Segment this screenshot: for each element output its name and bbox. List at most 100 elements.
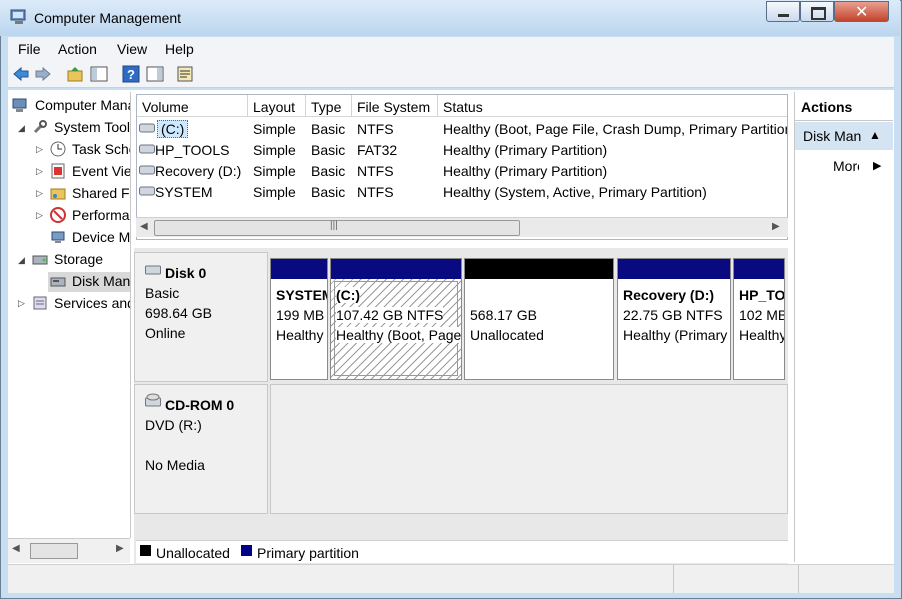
forward-arrow-icon[interactable] [34, 65, 52, 83]
cell-layout: Simple [253, 121, 296, 137]
scroll-left-icon[interactable]: ◀ [12, 543, 20, 554]
tree-horizontal-scrollbar[interactable]: ◀ ▶ [8, 538, 130, 563]
status-divider [798, 565, 799, 593]
tree-item-label: Disk Management [72, 273, 131, 289]
column-header-layout[interactable]: Layout [248, 95, 306, 117]
minimize-button[interactable] [766, 1, 800, 22]
tools-icon [33, 120, 47, 134]
partition-status: Unallocated [470, 327, 544, 343]
partition-hp-tools[interactable]: HP_TOOLS 102 MB FAT32 Healthy (Primary P… [733, 258, 785, 380]
disk-state: Online [145, 325, 186, 341]
actions-title: Actions [801, 99, 853, 115]
action-more-actions[interactable]: More Actions ▶ [795, 154, 893, 178]
window-title: Computer Management [34, 10, 182, 26]
disk-type: DVD (R:) [145, 417, 202, 433]
table-row[interactable]: Recovery (D:) Simple Basic NTFS Healthy … [137, 160, 787, 181]
up-folder-icon[interactable] [66, 65, 84, 83]
cell-layout: Simple [253, 163, 296, 179]
collapsed-arrow-icon[interactable]: ▷ [36, 210, 43, 221]
partition-color-bar [331, 259, 461, 279]
actions-section-disk-management[interactable]: Disk Management ▲ [795, 122, 893, 150]
collapsed-arrow-icon[interactable]: ▷ [18, 298, 25, 309]
disk-icon [145, 265, 161, 275]
volume-icon [139, 144, 155, 154]
tree-item-system-tools[interactable]: ◢ System Tools [18, 118, 131, 138]
storage-icon [32, 255, 48, 265]
properties-icon[interactable] [176, 65, 194, 83]
partition-color-bar [618, 259, 730, 279]
cdrom-0-label[interactable]: CD-ROM 0 DVD (R:) No Media [134, 384, 268, 514]
disk-name: Disk 0 [165, 265, 207, 281]
table-row[interactable]: SYSTEM Simple Basic NTFS Healthy (System… [137, 181, 787, 202]
partition-status: Healthy (System, Active, Primary Partiti… [276, 327, 327, 343]
actions-section-label: Disk Management [803, 128, 861, 144]
partition-name: (C:) [336, 287, 361, 303]
show-hide-tree-icon[interactable] [90, 65, 108, 83]
performance-icon [50, 207, 66, 223]
close-button[interactable]: ✕ [834, 1, 889, 22]
cell-type: Basic [311, 163, 346, 179]
expanded-arrow-icon[interactable]: ◢ [18, 255, 25, 266]
table-row[interactable]: HP_TOOLS Simple Basic FAT32 Healthy (Pri… [137, 139, 787, 160]
menu-help[interactable]: Help [165, 41, 194, 57]
partition-unallocated[interactable]: 568.17 GB Unallocated [464, 258, 614, 380]
partition-size: 199 MB NTFS [276, 307, 327, 323]
tree-item-disk-management[interactable]: Disk Management [48, 272, 131, 292]
partition-color-bar [271, 259, 327, 279]
partition-color-bar [734, 259, 784, 279]
cell-file-system: FAT32 [357, 142, 398, 158]
list-horizontal-scrollbar[interactable]: ◀ ||| ▶ [136, 217, 788, 237]
status-divider [673, 565, 674, 593]
collapsed-arrow-icon[interactable]: ▷ [36, 166, 43, 177]
table-row[interactable]: (C:) Simple Basic NTFS Healthy (Boot, Pa… [137, 118, 788, 139]
collapsed-arrow-icon[interactable]: ▷ [36, 144, 43, 155]
scroll-right-icon[interactable]: ▶ [116, 543, 124, 554]
column-header-file-system[interactable]: File System [352, 95, 438, 117]
partition-status: Healthy (Primary Partition) [739, 327, 785, 343]
partition-color-bar [465, 259, 613, 279]
show-hide-action-pane-icon[interactable] [146, 65, 164, 83]
legend: Unallocated Primary partition [136, 540, 788, 563]
cell-volume: HP_TOOLS [155, 142, 230, 158]
cell-file-system: NTFS [357, 163, 394, 179]
expanded-arrow-icon[interactable]: ◢ [18, 123, 25, 134]
disk-size: 698.64 GB [145, 305, 212, 321]
disk-management-icon [50, 277, 66, 287]
legend-swatch-primary [241, 545, 252, 556]
scroll-thumb[interactable]: ||| [154, 220, 520, 236]
column-header-status[interactable]: Status [438, 95, 787, 117]
cell-file-system: NTFS [357, 121, 394, 137]
cdrom-0-empty-area[interactable] [270, 384, 788, 514]
menu-action[interactable]: Action [58, 41, 97, 57]
scroll-thumb[interactable] [30, 543, 78, 559]
partition-size: 568.17 GB [470, 307, 537, 323]
menu-file[interactable]: File [18, 41, 41, 57]
collapsed-arrow-icon[interactable]: ▷ [36, 188, 43, 199]
menu-bar: File Action View Help [8, 37, 894, 61]
minimize-icon [778, 14, 789, 17]
partition-name: SYSTEM [276, 287, 328, 303]
column-header-volume[interactable]: Volume [137, 95, 248, 117]
console-tree: Computer Management (Local) ◢ System Too… [8, 92, 131, 538]
maximize-button[interactable] [800, 1, 834, 22]
services-icon [33, 296, 47, 310]
help-icon[interactable]: ? [122, 65, 140, 83]
cell-status: Healthy (Boot, Page File, Crash Dump, Pr… [443, 121, 788, 137]
scroll-left-icon[interactable]: ◀ [140, 221, 148, 232]
disk-name: CD-ROM 0 [165, 397, 235, 413]
partition-c[interactable]: (C:) 107.42 GB NTFS Healthy (Boot, Page … [330, 258, 462, 380]
cell-type: Basic [311, 142, 346, 158]
tree-item-label: System Tools [54, 119, 131, 135]
collapse-up-icon[interactable]: ▲ [869, 128, 881, 142]
column-header-type[interactable]: Type [306, 95, 352, 117]
scroll-right-icon[interactable]: ▶ [772, 221, 780, 232]
back-arrow-icon[interactable] [12, 65, 30, 83]
status-bar [8, 564, 894, 593]
partition-recovery[interactable]: Recovery (D:) 22.75 GB NTFS Healthy (Pri… [617, 258, 731, 380]
legend-swatch-unallocated [140, 545, 151, 556]
disk-0-label[interactable]: Disk 0 Basic 698.64 GB Online [134, 252, 268, 382]
partition-system[interactable]: SYSTEM 199 MB NTFS Healthy (System, Acti… [270, 258, 328, 380]
tree-item-label: Storage [54, 251, 104, 267]
tree-item-label: Computer Management (Local) [35, 97, 130, 113]
menu-view[interactable]: View [117, 41, 147, 57]
